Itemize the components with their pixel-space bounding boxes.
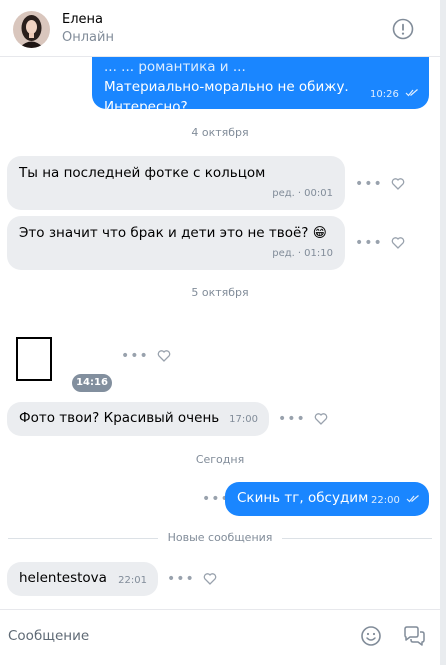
message-time: 10:26 [369,89,399,100]
message-meta: 10:26 [370,85,419,105]
message-time: 17:00 [229,414,258,425]
avatar[interactable] [13,11,50,48]
message-actions: ••• [167,571,217,587]
message-time: 00:01 [304,188,333,199]
message-time: 22:01 [118,575,147,586]
message-incoming[interactable]: Это значит что брак и дети это не твоё? … [7,216,345,270]
date-separator: Сегодня [195,453,245,466]
online-status: Онлайн [62,30,114,45]
message-text: Это значит что брак и дети это не твоё? … [19,225,327,241]
date-separator: 4 октября [191,126,249,139]
emoji-icon[interactable] [360,625,382,647]
heart-icon[interactable] [391,236,405,250]
message-time: 14:16 [72,374,112,392]
window-edge [440,0,446,665]
new-messages-divider: Новые сообщения [0,531,440,545]
message-incoming[interactable]: Фото твои? Красивый очень 17:00 [7,402,269,436]
message-text: Ты на последней фотке с кольцом [19,165,266,181]
more-icon[interactable]: ••• [167,571,195,587]
heart-icon[interactable] [391,177,405,191]
read-checkmarks-icon [406,495,419,503]
message-list[interactable]: ... ... романтика и ... Материально-мора… [0,57,440,609]
message-meta: 22:00 [371,491,420,511]
new-messages-label: Новые сообщения [167,531,273,544]
heart-icon[interactable] [203,572,217,586]
more-icon[interactable]: ••• [278,411,306,427]
chat-window: Елена Онлайн ... ... романтика и ... Мат… [0,0,440,665]
read-checkmarks-icon [405,89,418,97]
heart-icon[interactable] [314,412,328,426]
message-actions: ••• [121,348,171,364]
more-icon[interactable]: ••• [121,348,149,364]
edited-label: ред. [272,248,295,259]
message-outgoing[interactable]: Скинь тг, обсудим 22:00 [225,482,429,516]
message-time: 01:10 [304,248,333,259]
more-icon[interactable]: ••• [355,176,383,192]
message-meta: ред. · 00:01 [272,188,333,199]
edited-label: ред. [272,188,295,199]
message-input[interactable] [8,624,348,648]
message-actions: ••• [355,235,405,251]
message-incoming[interactable]: helentestova 22:01 [7,562,158,596]
info-circle-icon[interactable] [391,17,415,41]
message-incoming[interactable]: Ты на последней фотке с кольцом ред. · 00… [7,156,345,210]
date-separator: 5 октября [191,286,249,299]
heart-icon[interactable] [157,349,171,363]
message-meta: ред. · 01:10 [272,248,333,259]
message-time: 22:00 [370,495,400,506]
more-icon[interactable]: ••• [355,235,383,251]
chat-header: Елена Онлайн [0,0,440,57]
photo-attachment[interactable] [16,337,52,381]
voice-message-icon[interactable] [402,625,426,647]
message-outgoing[interactable]: ... ... романтика и ... Материально-мора… [92,57,429,115]
message-composer [0,609,440,665]
contact-name[interactable]: Елена [62,12,103,27]
message-actions: ••• [355,176,405,192]
message-actions: ••• [278,411,328,427]
message-text-truncated: ... ... романтика и ... [104,59,246,75]
user-photo-icon [13,11,50,48]
message-text: Фото твои? Красивый очень [19,410,220,426]
